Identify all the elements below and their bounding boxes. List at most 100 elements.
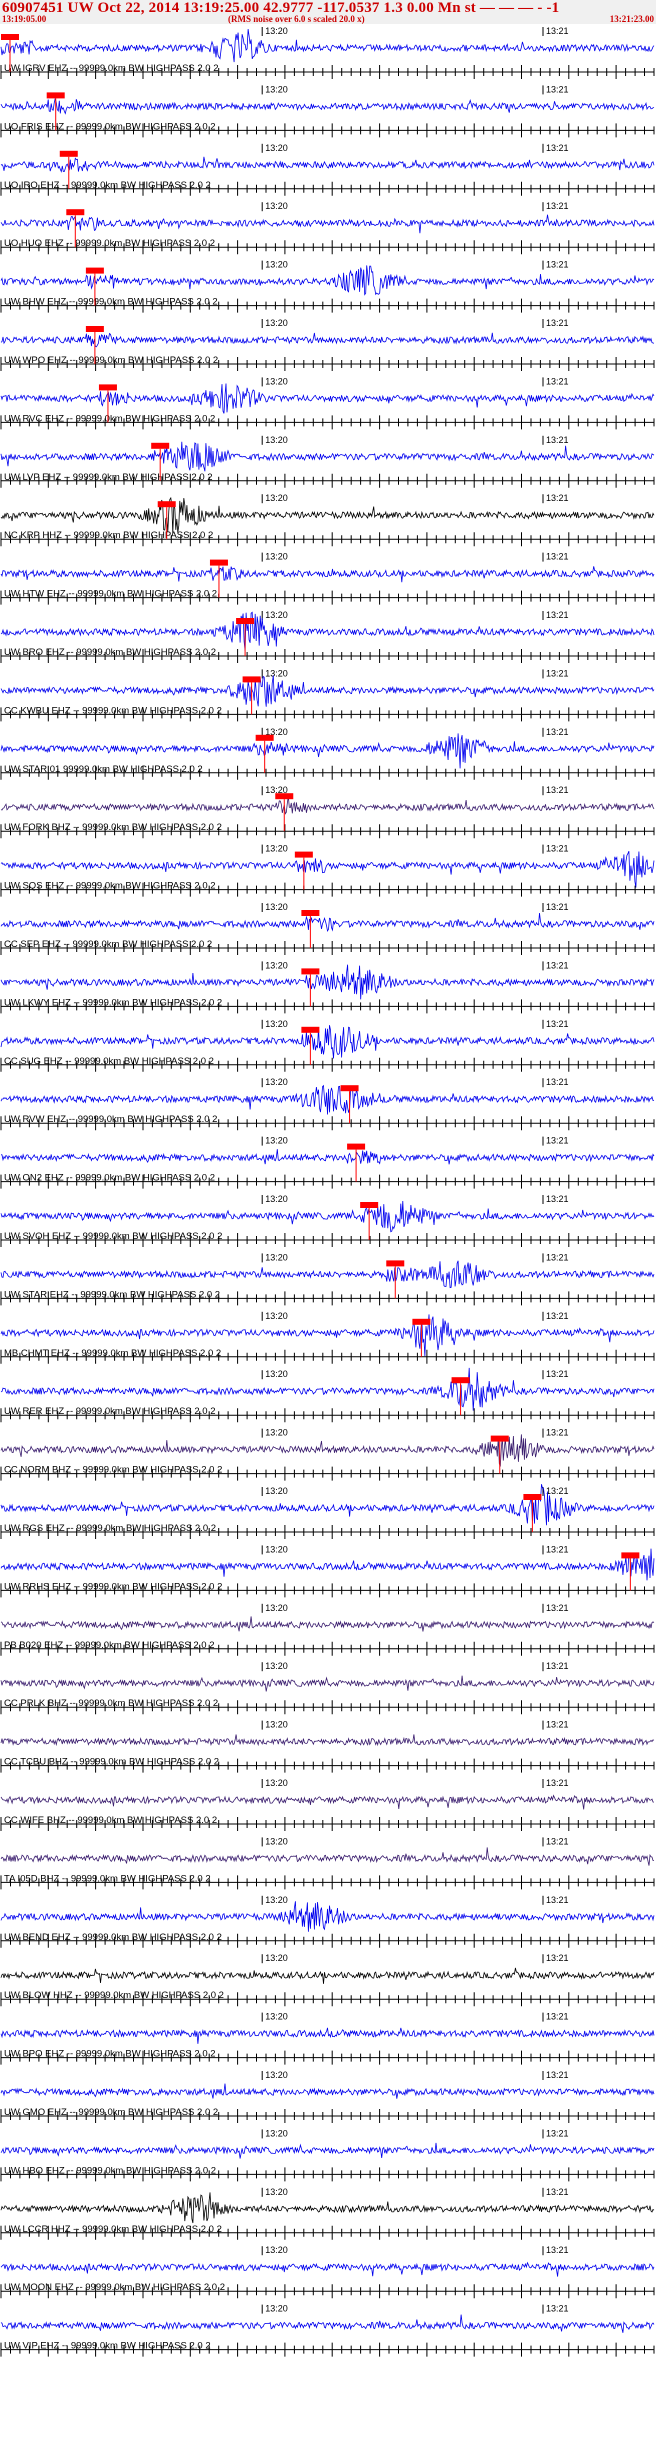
station-label: MB CHMT EHZ -- 99999.0km BW HIGHPASS 2.0… — [4, 1348, 221, 1359]
station-label: UW VIP EHZ -- 99999.0km BW HIGHPASS 2.0 … — [4, 2341, 211, 2352]
waveform-trace — [0, 1847, 654, 1866]
time-mark-1321: 13:21 — [546, 435, 569, 445]
time-mark-1320: 13:20 — [265, 26, 288, 36]
station-label: UW MOON EHZ -- 99999.0km BW HIGHPASS 2.0… — [4, 2282, 225, 2293]
time-mark-1320: 13:20 — [265, 1836, 288, 1846]
time-mark-1320: 13:20 — [265, 2070, 288, 2080]
waveform-trace — [0, 1260, 655, 1289]
pick-marker — [242, 676, 261, 683]
time-mark-1320: 13:20 — [265, 1369, 288, 1379]
station-label: CC SEP EHZ -- 99999.0km BW HIGHPASS 2.0 … — [4, 939, 212, 950]
time-mark-1321: 13:21 — [546, 1778, 569, 1788]
time-mark-1321: 13:21 — [546, 1836, 569, 1846]
waveform-trace — [0, 2142, 655, 2159]
waveform-trace — [0, 1434, 655, 1467]
time-mark-1320: 13:20 — [265, 1252, 288, 1262]
waveform-trace — [0, 2083, 655, 2099]
time-mark-1320: 13:20 — [265, 1895, 288, 1905]
time-mark-1320: 13:20 — [265, 2012, 288, 2022]
time-mark-1320: 13:20 — [265, 2128, 288, 2138]
waveform-trace — [0, 1084, 655, 1115]
time-mark-1321: 13:21 — [546, 1544, 569, 1554]
station-label: NC KRP HHZ -- 99999.0km BW HIGHPASS 2.0 … — [4, 530, 213, 541]
station-label: UW RVW EHZ -- 99999.0km BW HIGHPASS 2.0 … — [4, 1114, 217, 1125]
time-mark-1321: 13:21 — [546, 1428, 569, 1438]
time-mark-1321: 13:21 — [546, 668, 569, 678]
time-mark-1321: 13:21 — [546, 201, 569, 211]
station-label: CC WIFE BHZ -- 99999.0km BW HIGHPASS 2.0… — [4, 1815, 217, 1826]
time-mark-1321: 13:21 — [546, 902, 569, 912]
time-mark-1321: 13:21 — [546, 727, 569, 737]
pick-marker — [85, 326, 104, 332]
station-label: UW RGS EHZ -- 99999.0km BW HIGHPASS 2.0 … — [4, 1523, 216, 1534]
time-mark-1320: 13:20 — [265, 493, 288, 503]
time-mark-1321: 13:21 — [546, 2187, 569, 2197]
time-mark-1321: 13:21 — [546, 844, 569, 854]
waveform-trace — [0, 496, 655, 534]
station-label: UW LVP EHZ -- 99999.0km BW HIGHPASS 2.0 … — [4, 472, 213, 483]
time-mark-1320: 13:20 — [265, 1194, 288, 1204]
time-mark-1321: 13:21 — [546, 610, 569, 620]
station-label: CC PRLK BHZ -- 99999.0km BW HIGHPASS 2.0… — [4, 1698, 218, 1709]
pick-marker — [59, 150, 78, 157]
time-mark-1320: 13:20 — [265, 2245, 288, 2255]
station-label: UW WPO EHZ -- 99999.0km BW HIGHPASS 2.0 … — [4, 355, 218, 366]
time-mark-1320: 13:20 — [265, 1778, 288, 1788]
station-label: UW GMO EHZ -- 99999.0km BW HIGHPASS 2.0 … — [4, 2107, 218, 2118]
waveform-trace — [0, 156, 655, 173]
waveform-trace — [0, 1616, 655, 1632]
station-label: UW BLOW HHZ -- 99999.0km BW HIGHPASS 2.0… — [4, 1990, 224, 2001]
time-mark-1321: 13:21 — [546, 1077, 569, 1087]
waveform-trace — [0, 98, 655, 115]
waveform-trace — [0, 214, 655, 234]
time-mark-1321: 13:21 — [546, 2012, 569, 2022]
time-mark-1320: 13:20 — [265, 84, 288, 94]
time-mark-1320: 13:20 — [265, 552, 288, 562]
pick-marker — [340, 1085, 359, 1092]
station-label: UW SVOH EHZ -- 99999.0km BW HIGHPASS 2.0… — [4, 1231, 222, 1242]
pick-marker — [386, 1260, 405, 1267]
pick-marker — [347, 1143, 366, 1150]
station-label: UW BRO EHZ -- 99999.0km BW HIGHPASS 2.0 … — [4, 647, 216, 658]
time-mark-1320: 13:20 — [265, 668, 288, 678]
pick-marker — [275, 793, 294, 800]
station-label: PB B020 EHZ -- 99999.0km BW HIGHPASS 2.0… — [4, 1640, 215, 1651]
pick-marker — [255, 734, 274, 741]
pick-marker — [360, 1202, 379, 1208]
station-label: UW RVC EHZ -- 99999.0km BW HIGHPASS 2.0 … — [4, 413, 215, 424]
station-label: UW FORK BHZ -- 99999.0km BW HIGHPASS 2.0… — [4, 822, 222, 833]
station-label: TA I05D BHZ -- 99999.0km BW HIGHPASS 2.0… — [4, 1873, 211, 1884]
pick-marker — [157, 501, 176, 508]
time-mark-1321: 13:21 — [546, 1486, 569, 1496]
pick-marker — [66, 209, 85, 216]
pick-marker — [98, 384, 117, 391]
pick-marker — [294, 851, 313, 858]
time-mark-1320: 13:20 — [265, 1077, 288, 1087]
pick-marker — [301, 1026, 320, 1033]
waveform-trace — [0, 912, 655, 932]
station-label: UW BEND EHZ -- 99999.0km BW HIGHPASS 2.0… — [4, 1932, 222, 1943]
station-label: CC SUG EHZ -- 99999.0km BW HIGHPASS 2.0 … — [4, 1056, 214, 1067]
pick-marker — [451, 1377, 470, 1384]
time-mark-1320: 13:20 — [265, 260, 288, 270]
waveform-trace — [0, 2192, 655, 2224]
time-mark-1320: 13:20 — [265, 1953, 288, 1963]
pick-marker — [209, 559, 228, 566]
waveform-trace — [0, 2261, 655, 2277]
time-mark-1320: 13:20 — [265, 902, 288, 912]
time-mark-1321: 13:21 — [546, 2070, 569, 2080]
waveform-trace — [0, 1967, 655, 1984]
time-mark-1320: 13:20 — [265, 1720, 288, 1730]
pick-marker — [46, 92, 65, 99]
time-mark-1321: 13:21 — [546, 785, 569, 795]
time-mark-1321: 13:21 — [546, 2304, 569, 2314]
time-mark-1321: 13:21 — [546, 1136, 569, 1146]
time-mark-1321: 13:21 — [546, 143, 569, 153]
station-label: UW IGRV EHZ -- 99999.0km BW HIGHPASS 2.0… — [4, 63, 219, 74]
time-mark-1321: 13:21 — [546, 1194, 569, 1204]
time-mark-1321: 13:21 — [546, 1252, 569, 1262]
pick-marker — [523, 1494, 542, 1500]
time-mark-1321: 13:21 — [546, 1953, 569, 1963]
time-mark-1321: 13:21 — [546, 2245, 569, 2255]
time-mark-1321: 13:21 — [546, 2128, 569, 2138]
